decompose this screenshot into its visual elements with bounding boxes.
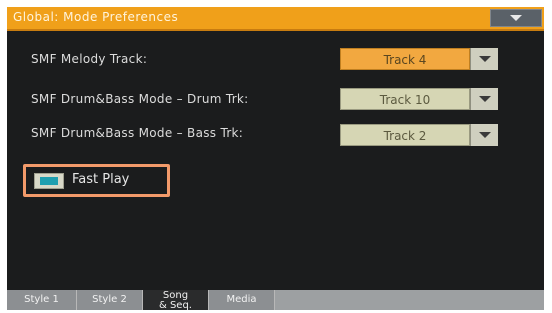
drum-track-arrow[interactable] <box>470 88 498 110</box>
tab-style-2[interactable]: Style 2 <box>77 290 143 310</box>
chevron-down-icon <box>510 15 522 21</box>
fast-play-label[interactable]: Fast Play <box>72 172 129 187</box>
checkbox-checked-indicator <box>40 177 58 185</box>
screen: Global: Mode Preferences SMF Melody Trac… <box>7 7 544 310</box>
drum-track-value: Track 10 <box>340 88 470 110</box>
bass-track-arrow[interactable] <box>470 124 498 146</box>
fast-play-checkbox[interactable] <box>34 173 64 189</box>
tab-bar: Style 1 Style 2 Song & Seq. Media <box>7 290 544 310</box>
chevron-down-icon <box>479 132 491 138</box>
bass-track-label: SMF Drum&Bass Mode – Bass Trk: <box>31 126 244 140</box>
melody-track-value: Track 4 <box>340 48 470 70</box>
chevron-down-icon <box>479 56 491 62</box>
melody-track-label: SMF Melody Track: <box>31 52 148 66</box>
title-divider <box>7 29 544 31</box>
chevron-down-icon <box>479 96 491 102</box>
title-bar: Global: Mode Preferences <box>7 7 544 29</box>
page-menu-button[interactable] <box>490 9 542 27</box>
bass-track-dropdown[interactable]: Track 2 <box>340 124 498 146</box>
tab-style-1[interactable]: Style 1 <box>7 290 77 310</box>
fast-play-callout: Fast Play <box>23 164 170 197</box>
melody-track-arrow[interactable] <box>470 48 498 70</box>
drum-track-dropdown[interactable]: Track 10 <box>340 88 498 110</box>
page-title: Global: Mode Preferences <box>13 10 179 24</box>
drum-track-label: SMF Drum&Bass Mode – Drum Trk: <box>31 92 249 106</box>
tab-song-seq[interactable]: Song & Seq. <box>143 290 209 310</box>
bass-track-value: Track 2 <box>340 124 470 146</box>
tab-media[interactable]: Media <box>209 290 275 310</box>
melody-track-dropdown[interactable]: Track 4 <box>340 48 498 70</box>
